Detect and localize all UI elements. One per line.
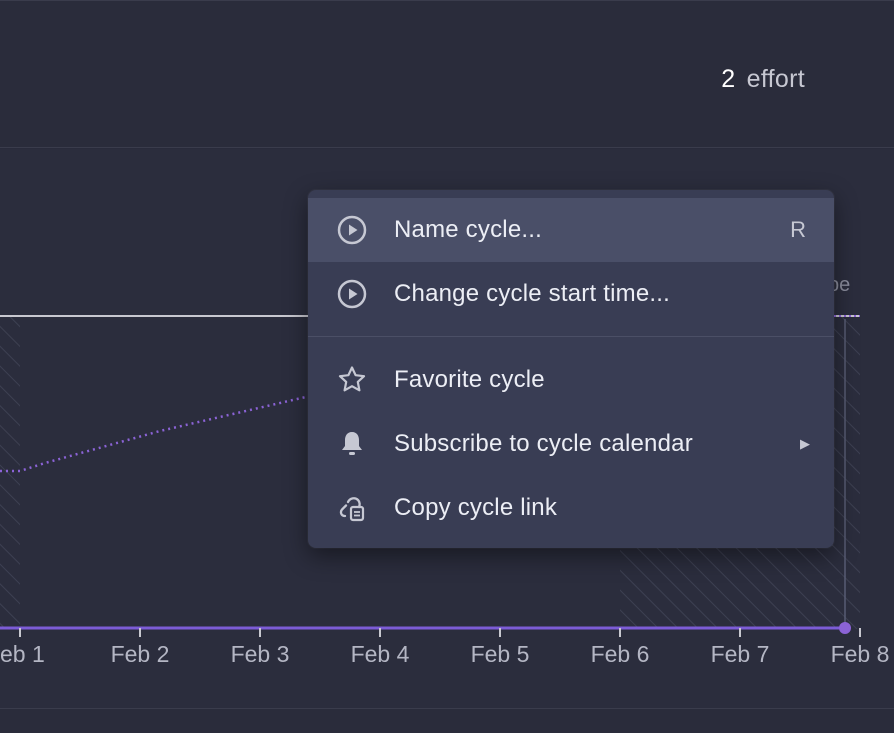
completed-point: [839, 622, 851, 634]
footer-bar: [0, 708, 894, 733]
menu-item-label: Subscribe to cycle calendar: [394, 430, 693, 457]
x-axis-tick-label: eb 1: [0, 641, 45, 667]
effort-summary: 2 effort: [721, 65, 805, 94]
menu-divider: [308, 336, 834, 337]
menu-item-label: Copy cycle link: [394, 494, 558, 521]
weekend-shade-left: [0, 317, 20, 629]
x-axis-tick-label: Feb 6: [591, 641, 650, 667]
cycle-context-menu: Name cycle... R Change cycle start time.…: [308, 190, 834, 548]
x-axis-tick-label: Feb 5: [471, 641, 530, 667]
menu-item-label: Favorite cycle: [394, 366, 545, 393]
menu-item-label: Change cycle start time...: [394, 280, 670, 307]
x-axis: eb 1 Feb 2 Feb 3 Feb 4 Feb 5 Feb 6 Feb 7 Feb 8: [0, 628, 889, 667]
menu-item-label: Name cycle...: [394, 216, 542, 243]
x-axis-tick-label: Feb 8: [831, 641, 890, 667]
projection-line: [0, 394, 311, 473]
play-circle-icon: [336, 278, 368, 310]
play-circle-icon: [336, 214, 368, 246]
x-axis-tick-label: Feb 3: [231, 641, 290, 667]
cycle-header-bar: 2 effort: [0, 0, 894, 148]
effort-label: effort: [746, 65, 805, 93]
link-icon: [336, 492, 368, 524]
menu-item-favorite[interactable]: Favorite cycle: [308, 348, 834, 412]
x-axis-tick-label: Feb 4: [351, 641, 410, 667]
x-axis-tick-label: Feb 7: [711, 641, 770, 667]
menu-item-subscribe-calendar[interactable]: Subscribe to cycle calendar ▶: [308, 412, 834, 476]
submenu-caret-icon: ▶: [800, 436, 810, 451]
menu-item-name-cycle[interactable]: Name cycle... R: [308, 198, 834, 262]
menu-item-change-start-time[interactable]: Change cycle start time...: [308, 262, 834, 326]
star-icon: [336, 364, 368, 396]
shortcut-hint: R: [790, 217, 806, 242]
menu-item-copy-link[interactable]: Copy cycle link: [308, 476, 834, 540]
bell-icon: [336, 428, 368, 460]
effort-count: 2: [721, 65, 736, 93]
x-axis-tick-label: Feb 2: [111, 641, 170, 667]
